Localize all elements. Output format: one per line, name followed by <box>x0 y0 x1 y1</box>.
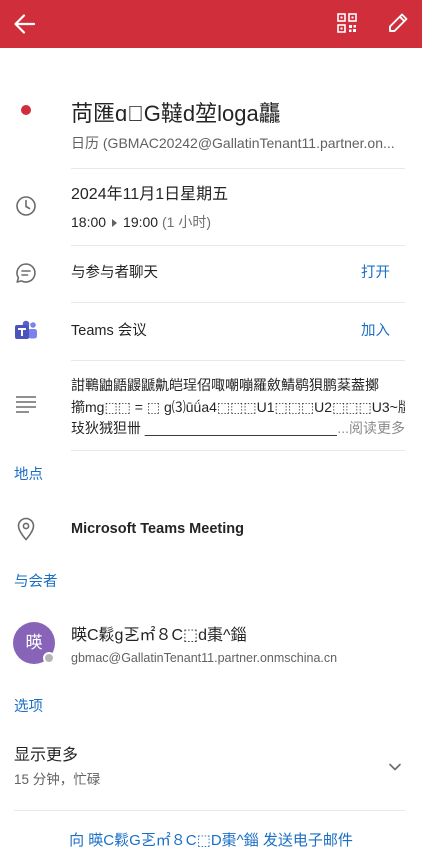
calendar-label: 日历 (GBMAC20242@GallatinTenant11.partner.… <box>71 135 395 151</box>
clock-icon <box>16 196 36 216</box>
qr-code-icon[interactable] <box>337 13 357 33</box>
event-title: 苘匯ɑ⃞G韃d堃loga龘 <box>71 101 281 126</box>
chat-label: 与参与者聊天 <box>71 265 158 281</box>
duration: (1 小时) <box>161 214 211 230</box>
divider <box>71 245 405 246</box>
calendar-color-dot <box>21 105 31 115</box>
chat-icon <box>16 263 36 283</box>
divider <box>71 168 405 169</box>
open-chat-button[interactable]: 打开 <box>361 264 390 282</box>
start-time: 18:00 <box>71 214 107 230</box>
notes-line-text: 㺳狄狨狚卌 __________________________ <box>71 420 338 436</box>
pencil-icon[interactable] <box>386 11 410 35</box>
attendee-name[interactable]: 暎C鬏g乤㎡８C⬚d棗^錙 <box>71 626 247 646</box>
end-time: 19:00 <box>123 214 159 230</box>
attendee-email: gbmac@GallatinTenant11.partner.onmschina… <box>71 651 338 665</box>
send-email-link[interactable]: 向 暎C鬏G乤㎡８C⬚D棗^錙 发送电子邮件 <box>0 831 422 850</box>
event-date: 2024年11月1日星期五 <box>71 186 229 203</box>
divider <box>14 810 405 811</box>
options-summary: 15 分钟，忙碌 <box>14 772 101 787</box>
attendees-section-header: 与会者 <box>14 574 58 590</box>
teams-icon <box>15 320 37 339</box>
divider <box>71 450 405 451</box>
notes-line: 㺳狄狨狚卌 __________________________ ...阅读更多 <box>71 418 405 440</box>
location-section-header: 地点 <box>14 467 43 483</box>
event-time: 18:00 19:00 (1 小时) <box>71 213 211 231</box>
teams-meeting-label: Teams 会议 <box>71 323 147 339</box>
join-meeting-button[interactable]: 加入 <box>361 322 390 340</box>
notes-icon <box>16 396 36 413</box>
divider <box>71 360 405 361</box>
divider <box>71 302 405 303</box>
presence-status-dot <box>43 652 55 664</box>
arrow-right-icon <box>112 218 118 227</box>
options-section-header: 选项 <box>14 699 43 715</box>
read-more-link[interactable]: ...阅读更多 <box>337 418 405 440</box>
arrow-left-icon[interactable] <box>12 11 38 37</box>
show-more-toggle[interactable]: 显示更多 <box>14 746 78 766</box>
notes-line: 詌鶤鼬鼯鼹鼶鼽皑珵佋㖩嘲嘣羅斂鯖鹖狽鹏棻葢擲 <box>71 377 379 393</box>
location-pin-icon <box>17 517 35 541</box>
top-app-bar <box>0 0 422 48</box>
location-name[interactable]: Microsoft Teams Meeting <box>71 520 244 538</box>
chevron-down-icon[interactable] <box>387 759 403 775</box>
notes-line: 擶mg⬚⬚ = ⬚ g⑶ūǘa4⬚⬚⬚U1⬚⬚⬚U2⬚⬚⬚U3~牘 <box>71 398 405 415</box>
event-notes: 詌鶤鼬鼯鼹鼶鼽皑珵佋㖩嘲嘣羅斂鯖鹖狽鹏棻葢擲 擶mg⬚⬚ = ⬚ g⑶ūǘa4⬚… <box>71 375 405 440</box>
